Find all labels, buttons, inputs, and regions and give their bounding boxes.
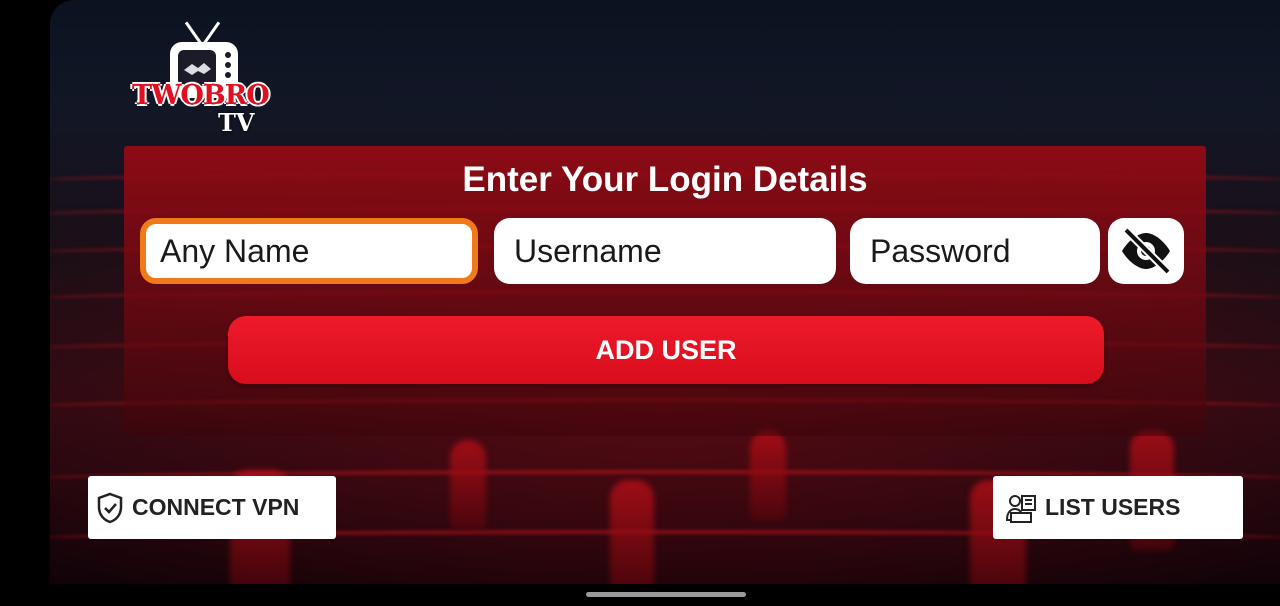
connect-vpn-button[interactable]: CONNECT VPN [88, 476, 336, 539]
connect-vpn-label: CONNECT VPN [132, 494, 300, 520]
system-nav-bar [0, 584, 1280, 606]
password-input[interactable]: Password [850, 218, 1100, 284]
password-placeholder: Password [870, 232, 1011, 269]
shield-check-icon [97, 492, 123, 523]
add-user-button[interactable]: ADD USER [228, 316, 1104, 384]
toggle-password-visibility-button[interactable] [1108, 218, 1184, 284]
login-panel: Enter Your Login Details Any Name Userna… [124, 146, 1206, 436]
any-name-input[interactable]: Any Name [140, 218, 478, 284]
list-users-button[interactable]: LIST USERS [993, 476, 1243, 539]
add-user-label: ADD USER [595, 334, 737, 365]
app-logo: TWOBRO TV [130, 14, 270, 137]
home-gesture-handle[interactable] [586, 592, 746, 597]
username-input[interactable]: Username [494, 218, 836, 284]
eye-off-icon [1122, 228, 1171, 274]
logo-wordmark: TWOBRO [132, 80, 270, 111]
username-placeholder: Username [514, 232, 662, 269]
any-name-placeholder: Any Name [160, 232, 310, 269]
panel-title: Enter Your Login Details [462, 160, 868, 199]
user-list-icon [1005, 494, 1036, 523]
list-users-label: LIST USERS [1045, 494, 1181, 520]
logo-subtext: TV [218, 108, 255, 137]
app-screen: TWOBRO TV Enter Your Login Details Any N… [50, 0, 1280, 584]
